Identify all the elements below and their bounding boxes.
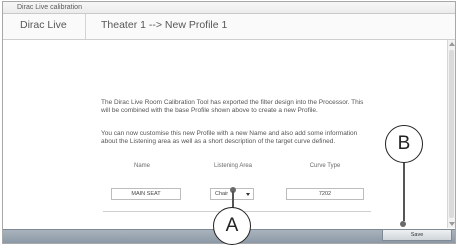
app-name: Dirac Live bbox=[20, 19, 67, 31]
arrow-down-icon[interactable] bbox=[449, 222, 455, 226]
column-header-name: Name bbox=[133, 163, 150, 169]
content-area: The Dirac Live Room Calibration Tool has… bbox=[3, 40, 447, 228]
customise-info-text: You can now customise this new Profile w… bbox=[101, 130, 358, 145]
column-header-listening-area: Listening Area bbox=[213, 163, 253, 169]
callout-b-leader bbox=[403, 163, 405, 221]
arrow-up-icon[interactable] bbox=[449, 42, 455, 46]
profile-name-input[interactable]: MAIN SEAT bbox=[111, 188, 181, 200]
save-button[interactable]: Save bbox=[382, 229, 452, 241]
export-info-text: The Dirac Live Room Calibration Tool has… bbox=[101, 99, 364, 114]
callout-b-marker bbox=[400, 221, 406, 227]
scrollbar-thumb[interactable] bbox=[449, 50, 454, 218]
header-divider bbox=[85, 14, 86, 39]
profile-path: Theater 1 --> New Profile 1 bbox=[101, 19, 228, 31]
profile-header: Dirac Live Theater 1 --> New Profile 1 bbox=[3, 14, 455, 40]
listening-area-value: Chair bbox=[215, 191, 229, 197]
chevron-down-icon[interactable] bbox=[246, 193, 250, 196]
window-title: Dirac Live calibration bbox=[17, 4, 82, 11]
callout-b: B bbox=[385, 125, 423, 163]
callout-a-leader bbox=[232, 191, 234, 208]
column-header-curve-type: Curve Type bbox=[309, 163, 341, 169]
vertical-scrollbar[interactable] bbox=[447, 40, 455, 228]
callout-a: A bbox=[213, 207, 251, 245]
window-titlebar: Dirac Live calibration bbox=[3, 2, 455, 14]
screenshot-root: Dirac Live calibration Dirac Live Theate… bbox=[0, 0, 457, 248]
curve-type-input[interactable]: 7202 bbox=[286, 188, 364, 200]
